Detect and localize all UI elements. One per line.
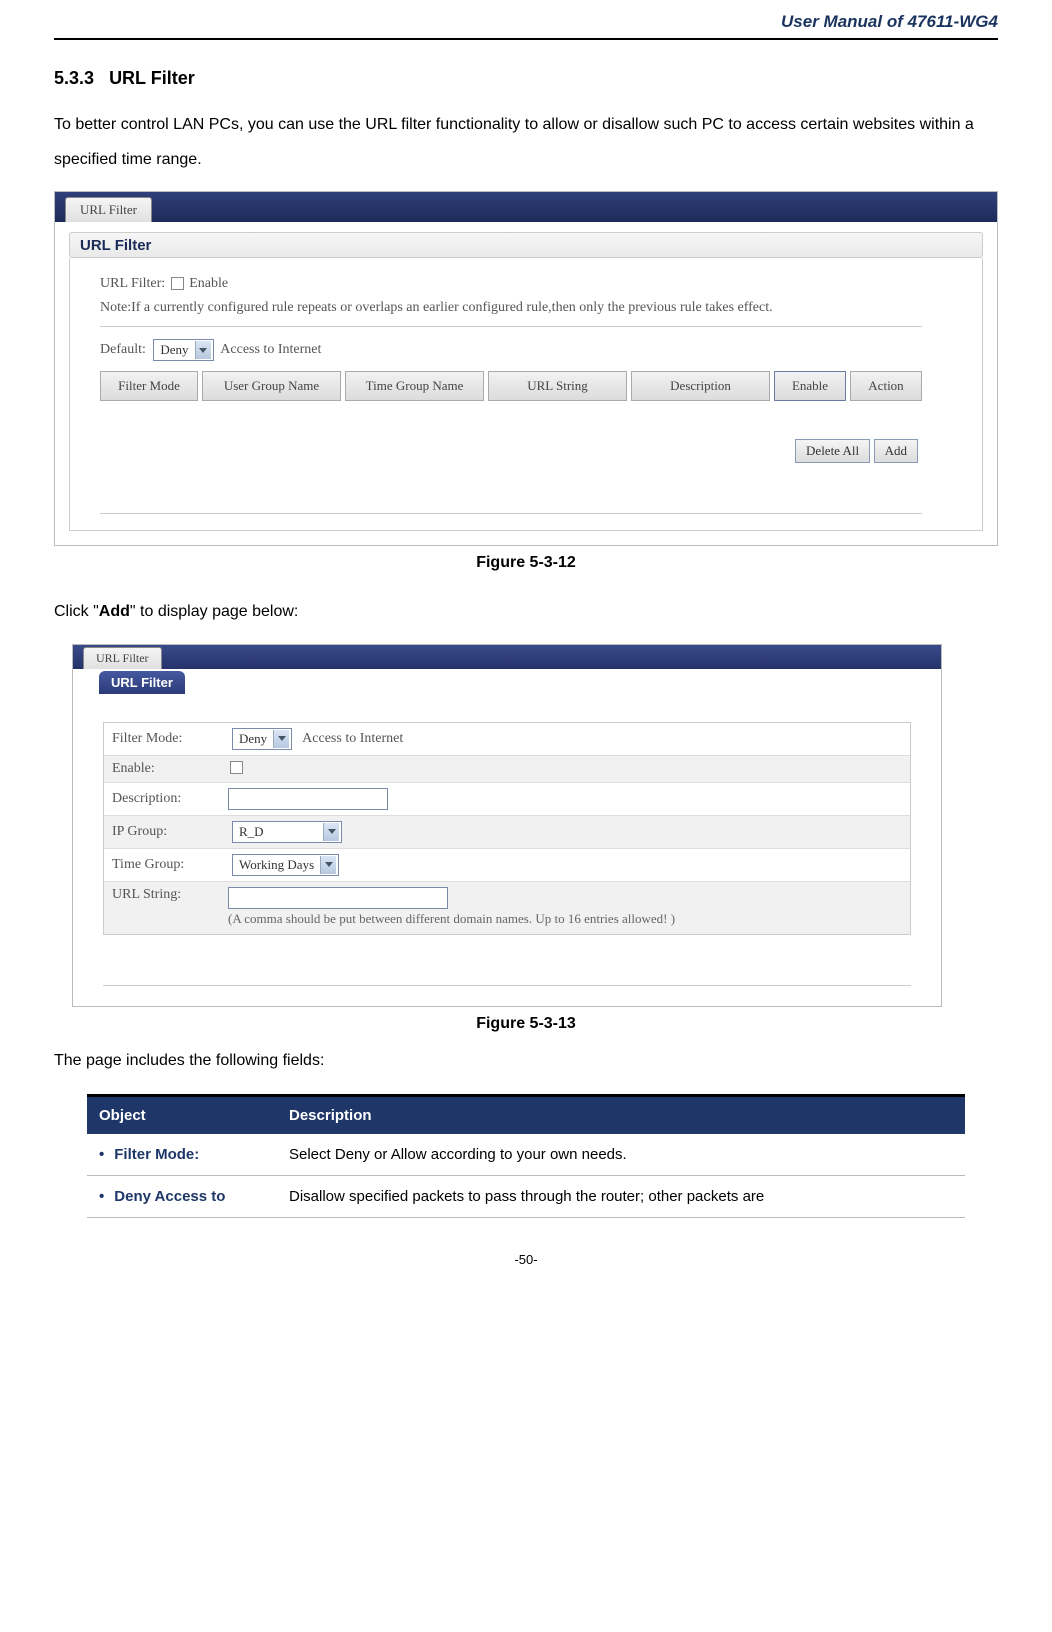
object-deny-access: Deny Access to xyxy=(99,1188,225,1205)
divider xyxy=(100,513,922,514)
filter-mode-select[interactable]: Deny xyxy=(232,728,292,750)
note-text: Note:If a currently configured rule repe… xyxy=(100,300,922,316)
time-group-select[interactable]: Working Days xyxy=(232,854,339,876)
chevron-down-icon xyxy=(320,856,336,874)
enable-text: Enable xyxy=(189,276,228,291)
figure-caption-2: Figure 5-3-13 xyxy=(54,1015,998,1033)
delete-all-button[interactable]: Delete All xyxy=(795,439,870,463)
divider xyxy=(103,985,911,986)
col-time-group[interactable]: Time Group Name xyxy=(345,371,484,401)
form-block: Filter Mode: Deny Access to Internet Ena… xyxy=(103,722,911,935)
enable-checkbox[interactable] xyxy=(230,761,243,774)
add-button[interactable]: Add xyxy=(874,439,918,463)
default-label: Default: xyxy=(100,343,146,358)
table-row: Deny Access to Disallow specified packet… xyxy=(87,1175,965,1217)
table-row: Filter Mode: Select Deny or Allow accord… xyxy=(87,1134,965,1176)
filter-mode-label: Filter Mode: xyxy=(112,731,228,747)
panel-title-bar: URL Filter xyxy=(69,232,983,258)
desc-deny-access: Disallow specified packets to pass throu… xyxy=(277,1175,965,1217)
panel-title: URL Filter xyxy=(80,237,151,254)
tab-url-filter[interactable]: URL Filter xyxy=(65,197,152,222)
doc-title-header: User Manual of 47611-WG4 xyxy=(54,0,998,40)
ip-group-select[interactable]: R_D xyxy=(232,821,342,843)
row-description: Description: xyxy=(104,783,910,816)
row-ip-group: IP Group: R_D xyxy=(104,816,910,849)
row-enable: Enable: xyxy=(104,756,910,783)
url-string-label: URL String: xyxy=(112,887,228,903)
figure-caption-1: Figure 5-3-12 xyxy=(54,554,998,572)
col-action[interactable]: Action xyxy=(850,371,922,401)
intro-paragraph: To better control LAN PCs, you can use t… xyxy=(54,107,998,177)
divider xyxy=(100,326,922,327)
page-number: -50- xyxy=(54,1252,998,1267)
chevron-down-icon xyxy=(195,341,211,359)
column-headers: Filter Mode User Group Name Time Group N… xyxy=(100,371,922,401)
col-url-string[interactable]: URL String xyxy=(488,371,627,401)
filter-mode-suffix: Access to Internet xyxy=(302,731,403,747)
tab-strip: URL Filter xyxy=(55,192,997,222)
desc-filter-mode: Select Deny or Allow according to your o… xyxy=(277,1134,965,1176)
description-input[interactable] xyxy=(228,788,388,810)
description-table: Object Description Filter Mode: Select D… xyxy=(87,1088,965,1218)
default-select[interactable]: Deny xyxy=(153,339,213,361)
fields-intro: The page includes the following fields: xyxy=(54,1043,998,1078)
screenshot-fig-5-3-13: URL Filter URL Filter Filter Mode: Deny … xyxy=(72,644,942,1007)
row-url-string: URL String: (A comma should be put betwe… xyxy=(104,882,910,934)
tab-strip: URL Filter xyxy=(73,645,941,669)
chevron-down-icon xyxy=(323,823,339,841)
col-filter-mode[interactable]: Filter Mode xyxy=(100,371,198,401)
col-object: Object xyxy=(87,1097,277,1134)
section-number: 5.3.3 xyxy=(54,68,94,88)
description-label: Description: xyxy=(112,791,228,807)
screenshot-fig-5-3-12: URL Filter URL Filter URL Filter: Enable… xyxy=(54,191,998,546)
object-filter-mode: Filter Mode: xyxy=(99,1146,199,1163)
tab-url-filter[interactable]: URL Filter xyxy=(83,647,162,669)
col-enable[interactable]: Enable xyxy=(774,371,846,401)
row-filter-mode: Filter Mode: Deny Access to Internet xyxy=(104,723,910,756)
table-header-row: Object Description xyxy=(87,1097,965,1134)
panel-title-tab: URL Filter xyxy=(99,671,185,694)
col-description: Description xyxy=(277,1097,965,1134)
default-suffix: Access to Internet xyxy=(220,343,321,358)
col-user-group[interactable]: User Group Name xyxy=(202,371,341,401)
time-group-label: Time Group: xyxy=(112,857,228,873)
chevron-down-icon xyxy=(273,730,289,748)
ip-group-label: IP Group: xyxy=(112,824,228,840)
click-add-text: Click "Add" to display page below: xyxy=(54,594,998,629)
url-filter-label: URL Filter: xyxy=(100,276,165,291)
row-time-group: Time Group: Working Days xyxy=(104,849,910,882)
default-select-value: Deny xyxy=(160,342,188,358)
url-filter-enable-checkbox[interactable] xyxy=(171,277,184,290)
enable-label: Enable: xyxy=(112,761,228,777)
url-string-note: (A comma should be put between different… xyxy=(228,909,675,929)
url-string-input[interactable] xyxy=(228,887,448,909)
col-description[interactable]: Description xyxy=(631,371,770,401)
section-title: URL Filter xyxy=(109,68,195,88)
section-heading: 5.3.3 URL Filter xyxy=(54,68,998,89)
